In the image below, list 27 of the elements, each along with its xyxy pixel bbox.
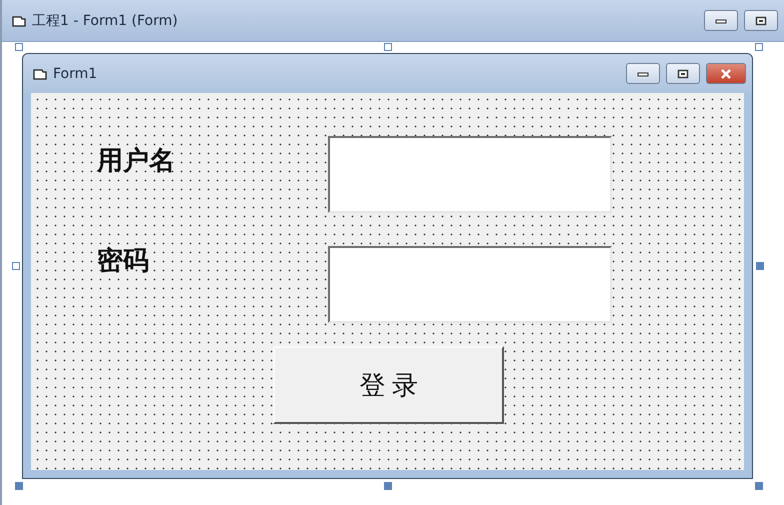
- resize-handle[interactable]: [15, 482, 23, 490]
- resize-handle[interactable]: [384, 482, 392, 490]
- field-label: 密码: [97, 245, 149, 277]
- resize-handle[interactable]: [756, 262, 764, 270]
- text-field[interactable]: [328, 136, 612, 213]
- resize-handle[interactable]: [15, 43, 23, 51]
- minimize-icon: [715, 18, 727, 24]
- login-button[interactable]: 登 录: [273, 346, 504, 424]
- window-title: 工程1 - Form1 (Form): [32, 12, 179, 30]
- maximize-button[interactable]: [744, 10, 778, 31]
- minimize-icon: [637, 70, 649, 76]
- close-icon: [720, 68, 732, 78]
- maximize-button[interactable]: [666, 63, 700, 84]
- resize-handle[interactable]: [12, 262, 20, 270]
- form-icon: [12, 14, 26, 26]
- resize-handle[interactable]: [755, 482, 763, 490]
- resize-handle[interactable]: [384, 43, 392, 51]
- minimize-button[interactable]: [626, 63, 660, 84]
- minimize-button[interactable]: [704, 10, 738, 31]
- maximize-icon: [755, 16, 767, 26]
- close-button[interactable]: [706, 63, 746, 84]
- form-title: Form1: [53, 66, 98, 82]
- text-field[interactable]: [328, 246, 612, 323]
- field-label: 用户名: [97, 145, 175, 177]
- form-icon: [33, 68, 47, 80]
- maximize-icon: [677, 68, 689, 78]
- resize-handle[interactable]: [755, 43, 763, 51]
